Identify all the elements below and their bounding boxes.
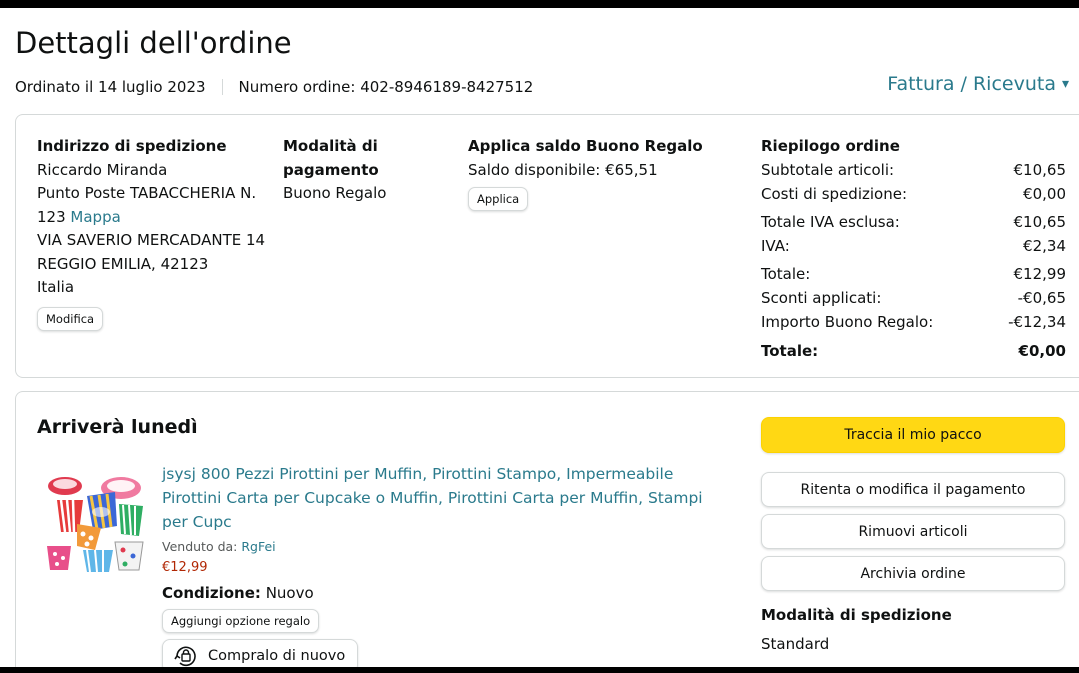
summary-value: -€0,65	[1017, 289, 1066, 307]
summary-label: Totale:	[761, 265, 811, 283]
condition-value: Nuovo	[265, 584, 314, 602]
invoice-link[interactable]: Fattura / Ricevuta ▾	[887, 73, 1069, 95]
order-meta: Ordinato il 14 luglio 2023 Numero ordine…	[15, 78, 533, 96]
payment-method: Modalità di pagamento Buono Regalo	[283, 135, 443, 206]
buy-again-label: Compralo di nuovo	[208, 648, 346, 664]
gift-balance: Applica saldo Buono Regalo Saldo disponi…	[468, 135, 728, 211]
archive-order-button[interactable]: Archivia ordine	[761, 556, 1065, 591]
product-price: €12,99	[162, 560, 208, 575]
product-details: jsysj 800 Pezzi Pirottini per Muffin, Pi…	[162, 462, 732, 667]
address-line: VIA SAVERIO MERCADANTE 14	[37, 231, 266, 249]
order-details-page: Dettagli dell'ordine Ordinato il 14 lugl…	[0, 8, 1079, 667]
gift-balance-value: Saldo disponibile: €65,51	[468, 160, 658, 179]
product-title-link[interactable]: jsysj 800 Pezzi Pirottini per Muffin, Pi…	[162, 465, 703, 531]
summary-value: €10,65	[1013, 161, 1067, 179]
buy-again-icon	[174, 646, 196, 667]
order-number: Numero ordine: 402-8946189-8427512	[238, 78, 534, 96]
condition-label: Condizione:	[162, 584, 261, 602]
product-condition: Condizione: Nuovo	[162, 582, 732, 604]
buy-again-button[interactable]: Compralo di nuovo	[162, 639, 359, 667]
sold-by-label: Venduto da:	[162, 539, 242, 554]
summary-value: €0,00	[1023, 185, 1066, 203]
order-summary: Riepilogo ordine Subtotale articoli: €10,…	[761, 135, 1066, 363]
address-line: Punto Poste TABACCHERIA N.	[37, 184, 257, 202]
summary-value: €2,34	[1023, 237, 1066, 255]
seller-link[interactable]: RgFei	[241, 539, 275, 554]
payment-heading-line2: pagamento	[283, 160, 379, 179]
shipping-mode-heading: Modalità di spedizione	[761, 606, 952, 624]
summary-label: Subtotale articoli:	[761, 161, 895, 179]
address-line: Riccardo Miranda	[37, 160, 168, 179]
shipment-actions: Traccia il mio pacco Ritenta o modifica …	[761, 417, 1065, 655]
summary-row: Totale: €12,99	[761, 262, 1066, 286]
sold-by: Venduto da: RgFei	[162, 538, 732, 556]
summary-row: Totale IVA esclusa: €10,65	[761, 210, 1066, 234]
summary-heading: Riepilogo ordine	[761, 137, 900, 155]
remove-items-button[interactable]: Rimuovi articoli	[761, 514, 1065, 549]
product-image[interactable]	[43, 470, 147, 574]
summary-row: Sconti applicati: -€0,65	[761, 286, 1066, 310]
grand-total-row: Totale: €0,00	[761, 339, 1066, 363]
shipping-address-heading: Indirizzo di spedizione	[37, 137, 227, 155]
summary-label: IVA:	[761, 237, 790, 255]
meta-divider	[221, 79, 223, 95]
delivery-heading: Arriverà lunedì	[37, 416, 198, 438]
summary-label: Importo Buono Regalo:	[761, 313, 934, 331]
edit-address-button[interactable]: Modifica	[37, 306, 104, 331]
summary-row: Subtotale articoli: €10,65	[761, 158, 1066, 182]
apply-gift-button[interactable]: Applica	[468, 187, 529, 211]
payment-method-value: Buono Regalo	[283, 184, 387, 202]
gift-balance-heading: Applica saldo Buono Regalo	[468, 137, 703, 155]
retry-payment-button[interactable]: Ritenta o modifica il pagamento	[761, 472, 1065, 507]
summary-label: Sconti applicati:	[761, 289, 882, 307]
order-info-box: Indirizzo di spedizione Riccardo Miranda…	[15, 114, 1079, 378]
order-date: Ordinato il 14 luglio 2023	[15, 78, 206, 96]
address-line: REGGIO EMILIA, 42123	[37, 254, 209, 273]
summary-row: IVA: €2,34	[761, 234, 1066, 258]
address-line: 123 Mappa	[37, 206, 272, 230]
add-gift-option-button[interactable]: Aggiungi opzione regalo	[162, 609, 320, 633]
summary-value: €10,65	[1013, 213, 1067, 231]
summary-value: €12,99	[1013, 265, 1067, 283]
address-line: Italia	[37, 278, 75, 296]
payment-heading-line1: Modalità di	[283, 137, 378, 155]
summary-label: Costi di spedizione:	[761, 185, 908, 203]
grand-total-value: €0,00	[1018, 342, 1066, 360]
shipment-box: Arriverà lunedì jsysj 800 Pezzi Pirottin…	[15, 391, 1079, 667]
chevron-down-icon: ▾	[1061, 76, 1069, 92]
shipping-address: Indirizzo di spedizione Riccardo Miranda…	[37, 135, 272, 331]
map-link[interactable]: Mappa	[70, 208, 120, 226]
invoice-link-label: Fattura / Ricevuta	[887, 73, 1056, 95]
summary-row: Importo Buono Regalo: -€12,34	[761, 310, 1066, 334]
track-package-button[interactable]: Traccia il mio pacco	[761, 417, 1065, 453]
page-title: Dettagli dell'ordine	[15, 26, 292, 60]
summary-value: -€12,34	[1008, 313, 1066, 331]
address-line-number: 123	[37, 207, 66, 226]
summary-row: Costi di spedizione: €0,00	[761, 182, 1066, 206]
grand-total-label: Totale:	[761, 342, 819, 360]
summary-label: Totale IVA esclusa:	[761, 213, 900, 231]
shipping-mode-value: Standard	[761, 635, 830, 653]
payment-heading: Modalità di pagamento	[283, 135, 443, 182]
